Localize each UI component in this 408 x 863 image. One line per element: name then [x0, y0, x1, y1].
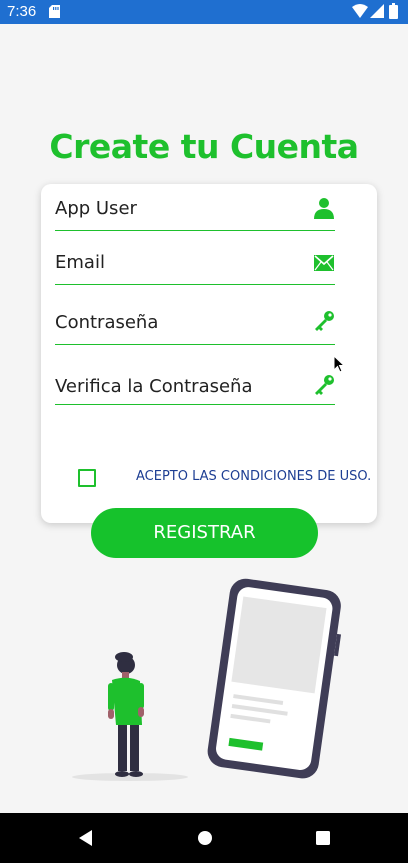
back-icon[interactable] [75, 827, 97, 849]
mouse-cursor-icon [333, 355, 345, 373]
verify-password-field[interactable]: Verifica la Contraseña [55, 356, 335, 405]
app-user-field[interactable]: App User [55, 184, 335, 231]
navigation-bar [0, 813, 408, 863]
recents-icon[interactable] [312, 827, 334, 849]
password-input[interactable]: Contraseña [55, 312, 158, 333]
battery-icon [389, 3, 398, 19]
signal-icon [370, 4, 384, 18]
registration-card: App User Email Contraseña Verifica la Co… [41, 184, 377, 523]
password-field[interactable]: Contraseña [55, 292, 335, 345]
status-bar: 7:36 [0, 0, 408, 24]
person-icon [314, 198, 334, 219]
key-icon [315, 375, 334, 395]
envelope-icon [314, 255, 334, 271]
email-input[interactable]: Email [55, 252, 105, 273]
app-user-input[interactable]: App User [55, 198, 137, 219]
verify-password-input[interactable]: Verifica la Contraseña [55, 376, 253, 397]
email-field[interactable]: Email [55, 238, 335, 285]
key-icon [315, 311, 334, 331]
wifi-icon [352, 4, 368, 18]
status-time: 7:36 [7, 3, 37, 20]
home-icon[interactable] [194, 827, 216, 849]
sd-card-icon [49, 5, 60, 18]
terms-label[interactable]: ACEPTO LAS CONDICIONES DE USO. [136, 469, 371, 484]
page-title: Create tu Cuenta [49, 127, 359, 166]
signup-illustration [72, 578, 342, 781]
terms-checkbox[interactable] [78, 469, 96, 487]
register-button[interactable]: REGISTRAR [91, 508, 318, 558]
